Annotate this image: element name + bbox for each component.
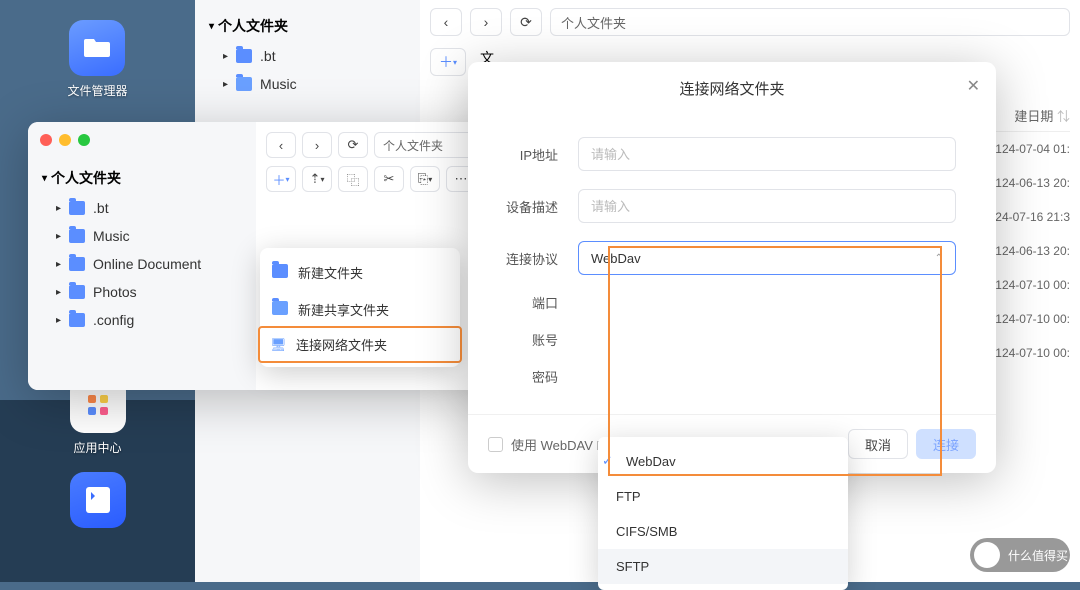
dropdown-option[interactable]: WebDav	[598, 443, 848, 479]
menu-item-new-folder[interactable]: 新建文件夹	[260, 254, 460, 291]
refresh-button[interactable]: ⟳	[338, 132, 368, 158]
dropdown-option[interactable]: SFTP	[598, 549, 848, 584]
minimize-button[interactable]	[59, 134, 71, 146]
protocol-dropdown: WebDav FTP CIFS/SMB SFTP	[598, 437, 848, 590]
cancel-button[interactable]: 取消	[848, 429, 908, 459]
sidebar-item[interactable]: ▸.bt	[205, 42, 410, 70]
watermark: 什么值得买	[970, 538, 1070, 572]
dock-label: 应用中心	[70, 439, 126, 456]
connect-network-folder-dialog: 连接网络文件夹 ✕ IP地址 设备描述 连接协议 WebDav ⌃ WebDav…	[468, 62, 996, 473]
dropdown-option[interactable]: FTP	[598, 479, 848, 514]
cut-button[interactable]: ✂	[374, 166, 404, 192]
dock-item-file-manager[interactable]: 文件管理器	[67, 20, 127, 99]
nav-back-button[interactable]: ‹	[266, 132, 296, 158]
paste-button[interactable]: ⎘▾	[410, 166, 440, 192]
account-label: 账号	[488, 330, 578, 349]
desc-input[interactable]	[578, 189, 956, 223]
ip-label: IP地址	[488, 145, 578, 164]
breadcrumb[interactable]: 个人文件夹	[550, 8, 1070, 36]
dropdown-option[interactable]: CIFS/SMB	[598, 514, 848, 549]
nav-forward-button[interactable]: ›	[302, 132, 332, 158]
monitor-icon: 🖥	[270, 337, 286, 353]
sidebar-item[interactable]: ▸.config	[38, 306, 246, 334]
sidebar-item[interactable]: ▸Music	[38, 222, 246, 250]
close-button[interactable]	[40, 134, 52, 146]
add-button[interactable]: ＋▾	[266, 166, 296, 192]
nav-forward-button[interactable]: ›	[470, 8, 502, 36]
sidebar-item[interactable]: ▸.bt	[38, 194, 246, 222]
dock-item-notes[interactable]	[70, 472, 126, 528]
close-icon[interactable]: ✕	[967, 76, 980, 96]
toolbar: ‹ › ⟳ 个人文件夹	[430, 0, 1070, 44]
ip-input[interactable]	[578, 137, 956, 171]
sidebar-title[interactable]: ▾个人文件夹	[38, 162, 246, 194]
dialog-title: 连接网络文件夹	[679, 81, 784, 98]
desc-label: 设备描述	[488, 197, 578, 216]
protocol-label: 连接协议	[488, 249, 578, 268]
sidebar-item[interactable]: ▸Music	[205, 70, 410, 98]
dialog-header: 连接网络文件夹 ✕	[468, 62, 996, 109]
connect-button[interactable]: 连接	[916, 429, 976, 459]
popup-sidebar: ▾个人文件夹 ▸.bt ▸Music ▸Online Document ▸Pho…	[28, 122, 256, 390]
chevron-up-icon: ⌃	[935, 253, 943, 264]
checkbox-icon	[488, 437, 503, 452]
maximize-button[interactable]	[78, 134, 90, 146]
refresh-button[interactable]: ⟳	[510, 8, 542, 36]
nav-back-button[interactable]: ‹	[430, 8, 462, 36]
add-button[interactable]: ＋▾	[430, 48, 466, 76]
menu-item-connect-network-folder[interactable]: 🖥连接网络文件夹	[258, 326, 462, 363]
copy-button[interactable]: ⿻	[338, 166, 368, 192]
sidebar-title[interactable]: ▾个人文件夹	[205, 10, 410, 42]
protocol-select[interactable]: WebDav ⌃	[578, 241, 956, 275]
sidebar-item[interactable]: ▸Online Document	[38, 250, 246, 278]
port-label: 端口	[488, 293, 578, 312]
context-menu: 新建文件夹 新建共享文件夹 🖥连接网络文件夹	[260, 248, 460, 367]
menu-item-new-shared-folder[interactable]: 新建共享文件夹	[260, 291, 460, 328]
dock-label: 文件管理器	[67, 82, 127, 99]
folder-icon	[69, 20, 125, 76]
notes-icon	[70, 472, 126, 528]
traffic-lights	[40, 134, 90, 146]
sidebar-item[interactable]: ▸Photos	[38, 278, 246, 306]
password-label: 密码	[488, 367, 578, 386]
upload-button[interactable]: ⇡▾	[302, 166, 332, 192]
